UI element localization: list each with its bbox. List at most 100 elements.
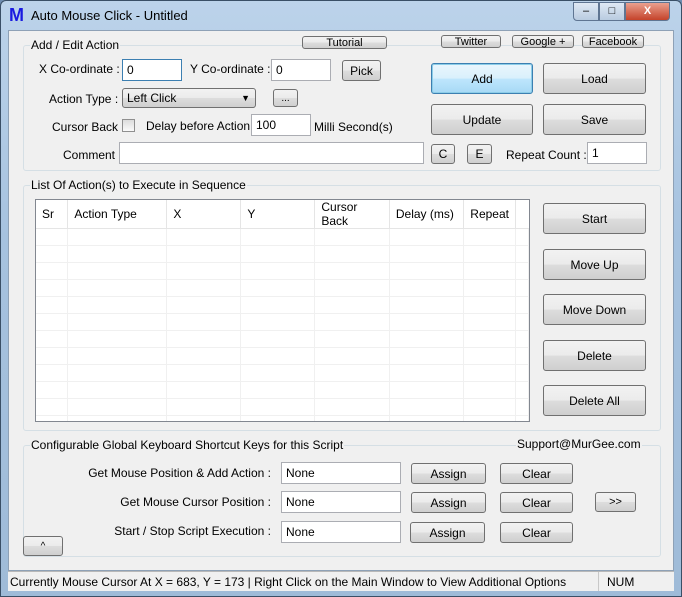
column-header-cursor-back[interactable]: Cursor Back: [314, 200, 390, 229]
table-cell: [314, 262, 390, 280]
cursor-back-label: Cursor Back :: [52, 120, 125, 134]
table-cell: [240, 381, 316, 399]
column-header-sr[interactable]: Sr: [36, 200, 69, 229]
table-cell: [36, 398, 69, 416]
shortcut-label-add-action: Get Mouse Position & Add Action :: [88, 466, 271, 480]
move-down-button[interactable]: Move Down: [543, 294, 646, 325]
update-button[interactable]: Update: [431, 104, 533, 135]
table-cell: [389, 398, 465, 416]
chevron-down-icon: ▼: [241, 93, 250, 103]
collapse-button[interactable]: ^: [23, 536, 63, 556]
comment-input[interactable]: [119, 142, 424, 164]
table-cell: [463, 398, 516, 416]
column-header-repeat[interactable]: Repeat: [463, 200, 516, 229]
action-list-table[interactable]: Sr Action Type X Y Cursor Back Delay (ms…: [35, 199, 530, 422]
clear-button-cursor-position[interactable]: Clear: [500, 492, 573, 513]
table-cell: [67, 262, 168, 280]
table-cell: [389, 381, 465, 399]
table-cell: [463, 228, 516, 246]
y-coordinate-label: Y Co-ordinate :: [190, 62, 271, 76]
table-row-empty: [36, 279, 529, 297]
table-cell: [36, 279, 69, 297]
x-coordinate-input[interactable]: 0: [122, 59, 182, 81]
maximize-button[interactable]: □: [599, 2, 625, 21]
y-coordinate-input[interactable]: 0: [271, 59, 331, 81]
c-button[interactable]: C: [431, 144, 455, 164]
table-row-empty: [36, 228, 529, 246]
column-header-delay[interactable]: Delay (ms): [389, 200, 465, 229]
support-email-link[interactable]: Support@MurGee.com: [516, 437, 642, 451]
clear-button-add-action[interactable]: Clear: [500, 463, 573, 484]
table-cell: [36, 245, 69, 263]
clear-button-start-stop[interactable]: Clear: [500, 522, 573, 543]
action-type-select[interactable]: Left Click ▼: [122, 88, 256, 108]
column-header-filler: [515, 200, 529, 229]
table-cell: [36, 313, 69, 331]
assign-button-start-stop[interactable]: Assign: [410, 522, 485, 543]
close-button[interactable]: X: [625, 2, 670, 21]
table-cell: [166, 228, 242, 246]
save-button[interactable]: Save: [543, 104, 646, 135]
expand-button[interactable]: >>: [595, 492, 636, 512]
shortcut-input-start-stop[interactable]: None: [281, 521, 401, 543]
column-header-x[interactable]: X: [166, 200, 242, 229]
shortcut-input-add-action[interactable]: None: [281, 462, 401, 484]
delete-all-button[interactable]: Delete All: [543, 385, 646, 416]
delete-button[interactable]: Delete: [543, 340, 646, 371]
table-cell: [67, 296, 168, 314]
repeat-count-input[interactable]: 1: [587, 142, 647, 164]
table-cell: [166, 398, 242, 416]
move-up-button[interactable]: Move Up: [543, 249, 646, 280]
table-cell: [463, 245, 516, 263]
table-cell: [463, 381, 516, 399]
table-cell: [463, 364, 516, 382]
num-lock-indicator: NUM: [598, 572, 642, 591]
minimize-button[interactable]: –: [573, 2, 599, 21]
table-cell: [36, 330, 69, 348]
shortcut-input-cursor-position[interactable]: None: [281, 491, 401, 513]
table-row-empty: [36, 415, 529, 421]
start-button[interactable]: Start: [543, 203, 646, 234]
pick-button[interactable]: Pick: [342, 60, 381, 81]
add-button[interactable]: Add: [431, 63, 533, 94]
load-button[interactable]: Load: [543, 63, 646, 94]
table-cell: [515, 313, 529, 331]
table-cell: [463, 347, 516, 365]
assign-button-add-action[interactable]: Assign: [411, 463, 486, 484]
table-cell: [240, 415, 316, 421]
cursor-back-checkbox[interactable]: [122, 119, 135, 132]
table-cell: [314, 364, 390, 382]
table-cell: [389, 262, 465, 280]
table-cell: [67, 398, 168, 416]
facebook-button[interactable]: Facebook: [582, 35, 644, 48]
table-cell: [240, 262, 316, 280]
delay-input[interactable]: 100: [251, 114, 311, 136]
table-cell: [240, 245, 316, 263]
column-header-action-type[interactable]: Action Type: [67, 200, 168, 229]
action-list-group-label: List Of Action(s) to Execute in Sequence: [30, 178, 247, 192]
table-cell: [515, 347, 529, 365]
shortcut-label-start-stop: Start / Stop Script Execution :: [114, 524, 271, 538]
table-cell: [240, 279, 316, 297]
table-cell: [67, 330, 168, 348]
table-cell: [240, 313, 316, 331]
table-cell: [515, 245, 529, 263]
google-plus-button[interactable]: Google +: [512, 35, 574, 48]
table-cell: [314, 381, 390, 399]
tutorial-button[interactable]: Tutorial: [302, 36, 387, 49]
table-cell: [67, 381, 168, 399]
table-cell: [36, 381, 69, 399]
table-cell: [36, 262, 69, 280]
table-cell: [67, 415, 168, 421]
table-cell: [314, 279, 390, 297]
table-cell: [463, 330, 516, 348]
column-header-y[interactable]: Y: [240, 200, 316, 229]
status-bar: Currently Mouse Cursor At X = 683, Y = 1…: [8, 571, 674, 591]
e-button[interactable]: E: [467, 144, 492, 164]
shortcuts-group-label: Configurable Global Keyboard Shortcut Ke…: [30, 438, 345, 452]
table-cell: [389, 296, 465, 314]
assign-button-cursor-position[interactable]: Assign: [411, 492, 486, 513]
more-options-button[interactable]: ...: [273, 89, 298, 107]
twitter-button[interactable]: Twitter: [441, 35, 501, 48]
delay-label: Delay before Action :: [146, 119, 257, 133]
